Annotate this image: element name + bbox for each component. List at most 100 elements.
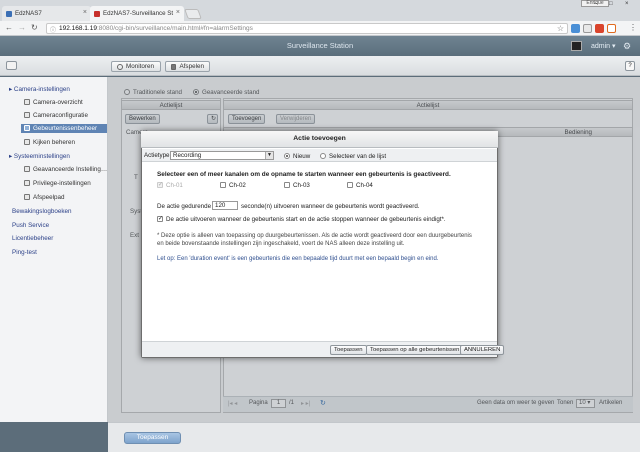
duration-input[interactable]: 120 — [212, 201, 238, 210]
checkbox-icon — [220, 182, 226, 188]
sidebar-section-system-settings[interactable]: ▸ Systeeminstellingen — [9, 153, 70, 160]
folder-icon — [24, 194, 30, 200]
radio-selected-icon — [284, 153, 290, 159]
forward-icon[interactable]: → — [18, 23, 26, 33]
cancel-button[interactable]: ANNULEREN — [460, 345, 505, 355]
camera-icon — [24, 99, 30, 105]
checkbox-disabled-checked-icon — [157, 181, 163, 188]
sidebar-item-label: Privilege-instellingen — [33, 180, 91, 187]
source-option-label: Nieuw — [293, 153, 311, 160]
maximize-icon[interactable]: □ — [609, 1, 613, 7]
grid-icon — [24, 139, 30, 145]
sidebar-item-advanced-settings[interactable]: Geavanceerde Instelling… — [24, 166, 107, 173]
channel-checkbox-ch02[interactable]: Ch-02 — [220, 182, 246, 189]
action-type-select[interactable]: Recording ▼ — [170, 151, 274, 160]
browser-tab-surveillance[interactable]: EdzNAS7-Surveillance St × — [90, 6, 184, 21]
checkbox-icon — [347, 182, 353, 188]
duration-suffix: seconde(n) uitvoeren wanneer de gebeurte… — [241, 203, 420, 210]
extension-icon[interactable] — [571, 24, 580, 33]
minimize-icon[interactable]: – — [594, 1, 597, 7]
event-icon — [24, 125, 30, 131]
sidebar-item-label: Afspeelpad — [33, 194, 65, 201]
sidebar-link-license-management[interactable]: Licentiebeheer — [12, 235, 53, 242]
playback-icon — [171, 63, 177, 70]
window-close-icon[interactable]: × — [625, 1, 629, 7]
channel-heading: Selecteer een of meer kanalen om de opna… — [157, 171, 451, 178]
dialog-apply-button[interactable]: Toepassen — [330, 345, 367, 355]
event-end-checkbox[interactable]: De actie uitvoeren wanneer de gebeurteni… — [157, 215, 446, 223]
note-line-2: en beide bovenstaande instellingen zijn … — [157, 241, 405, 247]
event-end-label: De actie uitvoeren wanneer de gebeurteni… — [166, 216, 446, 223]
sidebar-item-label: Geavanceerde Instelling… — [33, 166, 108, 173]
sidebar-item-label: Cameraconfiguratie — [33, 112, 88, 119]
sidebar-item-view-management[interactable]: Kijken beheren — [24, 139, 75, 146]
sidebar-item-label: Gebeurtenissenbeheer — [33, 125, 98, 132]
tab-favicon-icon — [6, 10, 12, 17]
apply-all-events-button[interactable]: Toepassen op alle gebeurtenissen — [366, 345, 464, 355]
source-option-label: Selecteer van de lijst — [329, 153, 387, 160]
user-icon — [24, 180, 30, 186]
channel-checkbox-ch01[interactable]: Ch-01 — [157, 181, 183, 189]
reload-icon[interactable]: ↻ — [31, 23, 38, 33]
tab-label: EdzNAS7 — [15, 10, 42, 17]
sidebar-section-label: Systeeminstellingen — [13, 153, 70, 160]
tab-close-icon[interactable]: × — [176, 9, 180, 16]
action-type-label: Actietype — [144, 152, 170, 159]
channel-label: Ch-01 — [166, 182, 183, 189]
camera-config-icon — [24, 112, 30, 118]
tab-close-icon[interactable]: × — [83, 9, 87, 16]
apply-button[interactable]: Toepassen — [124, 432, 181, 444]
sidebar-item-label: Camera-overzicht — [33, 99, 83, 106]
avatar[interactable] — [571, 41, 582, 51]
extension-icon[interactable] — [583, 24, 592, 33]
tab-label: EdzNAS7-Surveillance St — [103, 10, 174, 17]
address-bar[interactable]: ⓘ 192.168.1.19:8080/cgi-bin/surveillance… — [46, 23, 568, 34]
sidebar-item-privilege-settings[interactable]: Privilege-instellingen — [24, 180, 91, 187]
app-title: Surveillance Station — [286, 41, 354, 50]
duration-event-tip: Let op: Een 'duration event' is een gebe… — [157, 256, 439, 262]
checkbox-icon — [284, 182, 290, 188]
office-extension-icon[interactable] — [595, 24, 604, 33]
monitor-button[interactable]: Monitoren — [111, 61, 161, 72]
sidebar-item-camera-config[interactable]: Cameraconfiguratie — [24, 112, 88, 119]
action-type-value: Recording — [173, 152, 202, 159]
page-info-icon[interactable]: ⓘ — [50, 25, 56, 34]
user-name: admin — [591, 43, 611, 50]
monitor-label: Monitoren — [126, 63, 155, 70]
gear-icon[interactable]: ⚙ — [623, 41, 631, 52]
sidebar-link-push-service[interactable]: Push Service — [12, 222, 49, 229]
channel-checkbox-ch04[interactable]: Ch-04 — [347, 182, 373, 189]
sidebar-item-label: Kijken beheren — [33, 139, 76, 146]
sidebar-section-camera-settings[interactable]: ▸ Camera-instellingen — [9, 86, 70, 93]
channel-checkbox-ch03[interactable]: Ch-03 — [284, 182, 310, 189]
sidebar-item-camera-overview[interactable]: Camera-overzicht — [24, 99, 83, 106]
sidebar-toggle-icon[interactable] — [6, 61, 17, 70]
bookmark-star-icon[interactable]: ☆ — [557, 24, 564, 33]
sidebar-link-surveillance-logs[interactable]: Bewakingslogboeken — [12, 208, 72, 215]
sidebar-item-playback-path[interactable]: Afspeelpad — [24, 194, 65, 201]
browser-menu-icon[interactable]: ⋮ — [629, 23, 637, 33]
channel-label: Ch-02 — [229, 182, 246, 189]
source-new-option[interactable]: Nieuw — [284, 153, 310, 160]
sidebar-link-ping-test[interactable]: Ping-test — [12, 249, 37, 256]
checkbox-checked-icon — [157, 215, 163, 222]
source-list-option[interactable]: Selecteer van de lijst — [320, 153, 386, 160]
note-line-1: * Deze optie is alleen van toepassing op… — [157, 233, 472, 239]
tab-favicon-icon — [94, 10, 100, 17]
dialog-title: Actie toevoegen — [141, 131, 498, 148]
radio-icon — [320, 153, 326, 159]
sidebar-item-event-management[interactable]: Gebeurtenissenbeheer — [21, 124, 107, 133]
mode-bar — [0, 56, 640, 76]
help-icon[interactable]: ? — [625, 61, 635, 71]
extension-icon[interactable] — [607, 24, 616, 33]
playback-button[interactable]: Afspelen — [165, 61, 210, 72]
sidebar-section-label: Camera-instellingen — [13, 86, 70, 93]
browser-tab-edznas7[interactable]: EdzNAS7 × — [2, 6, 91, 21]
channel-label: Ch-03 — [293, 182, 310, 189]
user-menu[interactable]: admin ▾ — [591, 42, 616, 50]
url-path: :8080/cgi-bin/surveillance/main.html#fn=… — [96, 25, 253, 32]
footer-bar — [108, 422, 640, 452]
chevron-down-icon: ▼ — [265, 152, 273, 159]
back-icon[interactable]: ← — [5, 23, 13, 33]
duration-prefix: De actie gedurende — [157, 203, 212, 210]
